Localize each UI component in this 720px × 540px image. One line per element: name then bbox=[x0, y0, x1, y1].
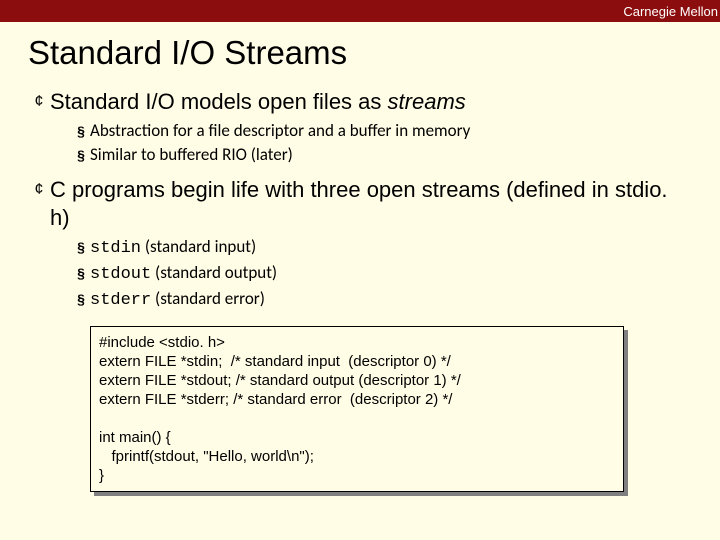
code-block-body: #include <stdio. h> extern FILE *stdin; … bbox=[90, 326, 624, 492]
bullet-glyph: ¢ bbox=[28, 88, 50, 116]
sub-glyph: § bbox=[72, 144, 90, 166]
sub-glyph: § bbox=[72, 288, 90, 310]
sub-glyph: § bbox=[72, 120, 90, 142]
code-l6: int main() { bbox=[99, 429, 171, 446]
sub-2-3-code: stderr bbox=[90, 291, 151, 310]
sub-2-1-code: stdin bbox=[90, 239, 141, 258]
sub-2-2-code: stdout bbox=[90, 265, 151, 284]
banner-text: Carnegie Mellon bbox=[623, 4, 718, 19]
bullet-1: ¢ Standard I/O models open files as stre… bbox=[28, 88, 692, 116]
bullet-1-em: streams bbox=[388, 89, 466, 114]
sub-1-2-text: Similar to buffered RIO (later) bbox=[90, 144, 293, 166]
sub-2-2: § stdout (standard output) bbox=[72, 262, 692, 286]
bullet-2-subs: § stdin (standard input) § stdout (stand… bbox=[28, 236, 692, 312]
sub-glyph: § bbox=[72, 262, 90, 284]
bullet-1-text: Standard I/O models open files as stream… bbox=[50, 88, 466, 116]
bullet-1-pre: Standard I/O models open files as bbox=[50, 89, 388, 114]
code-l7: fprintf(stdout, "Hello, world\n"); bbox=[99, 448, 314, 465]
bullet-2: ¢ C programs begin life with three open … bbox=[28, 176, 692, 232]
sub-2-1-rest: (standard input) bbox=[141, 236, 256, 257]
slide-title: Standard I/O Streams bbox=[0, 22, 720, 82]
sub-glyph: § bbox=[72, 236, 90, 258]
sub-1-1-text: Abstraction for a file descriptor and a … bbox=[90, 120, 470, 142]
code-l3: extern FILE *stdout; /* standard output … bbox=[99, 372, 461, 389]
sub-1-2: § Similar to buffered RIO (later) bbox=[72, 144, 692, 166]
sub-2-3-text: stderr (standard error) bbox=[90, 288, 265, 312]
code-l4: extern FILE *stderr; /* standard error (… bbox=[99, 391, 452, 408]
sub-2-1: § stdin (standard input) bbox=[72, 236, 692, 260]
slide-content: ¢ Standard I/O models open files as stre… bbox=[0, 88, 720, 492]
sub-2-1-text: stdin (standard input) bbox=[90, 236, 256, 260]
bullet-2-text: C programs begin life with three open st… bbox=[50, 176, 692, 232]
code-block: #include <stdio. h> extern FILE *stdin; … bbox=[90, 326, 624, 492]
slide: Carnegie Mellon Standard I/O Streams ¢ S… bbox=[0, 0, 720, 540]
code-l1: #include <stdio. h> bbox=[99, 334, 225, 351]
sub-2-2-rest: (standard output) bbox=[151, 262, 277, 283]
bullet-2-pre: C programs begin life with three open st… bbox=[50, 177, 668, 230]
bullet-glyph: ¢ bbox=[28, 176, 50, 204]
sub-2-3: § stderr (standard error) bbox=[72, 288, 692, 312]
banner: Carnegie Mellon bbox=[0, 0, 720, 22]
code-l2: extern FILE *stdin; /* standard input (d… bbox=[99, 353, 451, 370]
sub-1-1: § Abstraction for a file descriptor and … bbox=[72, 120, 692, 142]
code-l8: } bbox=[99, 467, 104, 484]
sub-2-3-rest: (standard error) bbox=[151, 288, 265, 309]
sub-2-2-text: stdout (standard output) bbox=[90, 262, 277, 286]
bullet-1-subs: § Abstraction for a file descriptor and … bbox=[28, 120, 692, 166]
